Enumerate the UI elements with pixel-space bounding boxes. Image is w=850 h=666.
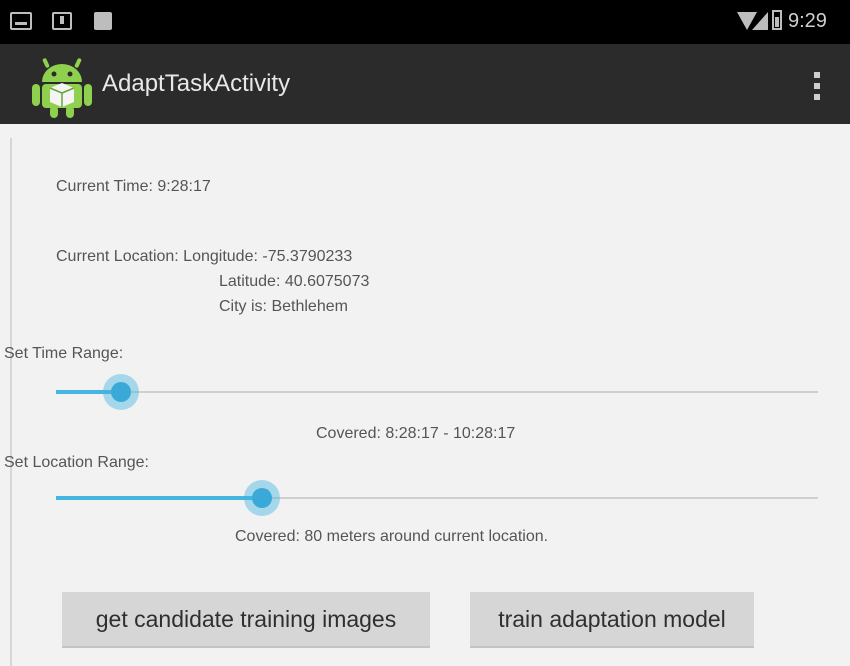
- status-time: 9:29: [788, 10, 827, 32]
- set-location-range-label: Set Location Range:: [4, 454, 149, 471]
- current-location-label: Current Location: Longitude: -75.3790233: [56, 248, 353, 265]
- status-bar: 9:29: [0, 0, 850, 44]
- app-screen: 9:29 AdaptTaskActivity Current Time: 9:2…: [0, 0, 850, 666]
- get-candidate-images-button[interactable]: get candidate training images: [62, 592, 430, 648]
- latitude-label: Latitude: 40.6075073: [219, 273, 370, 290]
- current-time-label: Current Time: 9:28:17: [56, 178, 211, 195]
- notification-icon: [10, 12, 32, 30]
- slider-fill: [56, 496, 262, 500]
- signal-icon: [752, 12, 768, 30]
- slider-track: [56, 391, 818, 393]
- battery-icon: [772, 10, 782, 30]
- app-title: AdaptTaskActivity: [102, 70, 291, 97]
- location-range-slider[interactable]: [56, 478, 818, 518]
- slider-thumb[interactable]: [110, 382, 131, 402]
- covered-location-label: Covered: 80 meters around current locati…: [235, 528, 549, 545]
- main-content: Current Time: 9:28:17 Current Location: …: [0, 124, 850, 666]
- overflow-menu-icon[interactable]: [806, 70, 830, 102]
- image-notification-icon: [94, 12, 112, 30]
- train-adaptation-model-button[interactable]: train adaptation model: [470, 592, 754, 648]
- slider-thumb[interactable]: [251, 488, 272, 508]
- action-bar: AdaptTaskActivity: [0, 44, 850, 124]
- set-time-range-label: Set Time Range:: [4, 345, 124, 362]
- city-label: City is: Bethlehem: [219, 298, 348, 315]
- covered-time-label: Covered: 8:28:17 - 10:28:17: [316, 425, 516, 442]
- download-notification-icon: [52, 12, 72, 30]
- time-range-slider[interactable]: [56, 372, 818, 412]
- android-robot-icon: [32, 58, 92, 118]
- divider: [10, 138, 12, 666]
